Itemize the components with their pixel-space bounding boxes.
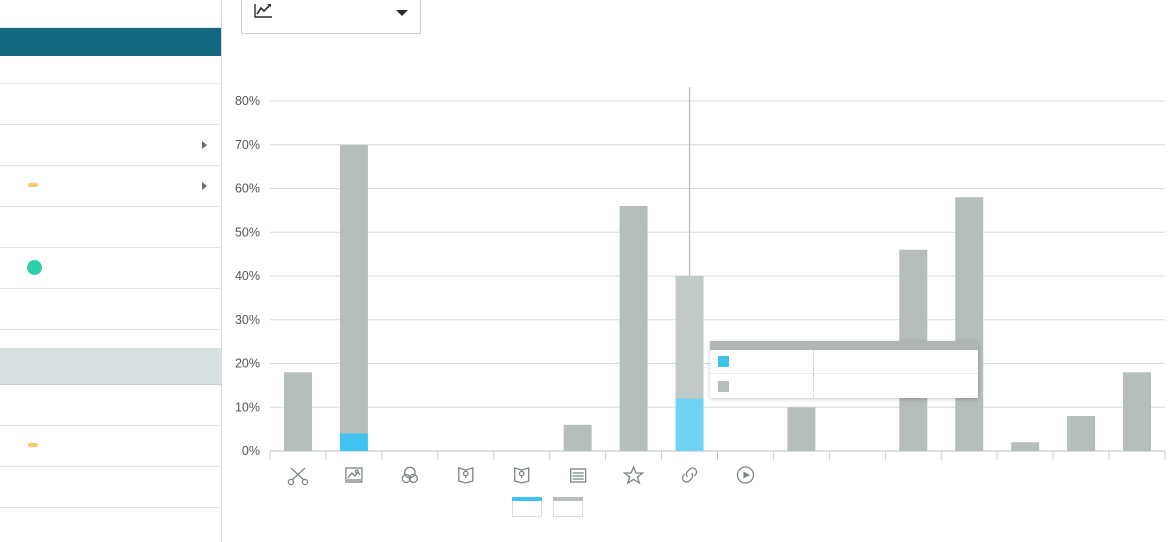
- news-icon[interactable]: [571, 469, 586, 482]
- chart-svg: 0% 10% 20% 30% 40% 50% 60% 70% 80%: [222, 0, 1175, 542]
- y-tick-label: 0%: [242, 444, 260, 458]
- tooltip-row: [710, 350, 978, 374]
- tooltip-color-swatch: [718, 356, 729, 367]
- count-badge: [27, 260, 42, 275]
- research-tool-item-3[interactable]: [0, 508, 221, 542]
- y-tick-label: 60%: [235, 182, 260, 196]
- legend-you-button[interactable]: [512, 497, 542, 517]
- bar-total-9[interactable]: [787, 407, 815, 451]
- new-badge: [28, 443, 38, 447]
- sidebar-subitem-0[interactable]: [0, 0, 221, 28]
- bar-total-7[interactable]: [676, 276, 704, 399]
- sidebar-item-1[interactable]: [0, 125, 221, 166]
- y-tick-label: 40%: [235, 269, 260, 283]
- scissors-icon[interactable]: [288, 468, 307, 485]
- in-depth-articles-icon[interactable]: [402, 467, 417, 482]
- y-tick-label: 30%: [235, 313, 260, 327]
- local-teaser-icon[interactable]: [515, 468, 529, 483]
- serp-features-chart: 0% 10% 20% 30% 40% 50% 60% 70% 80%: [222, 0, 1175, 542]
- y-tick-label: 20%: [235, 357, 260, 371]
- tooltip-row-left: [710, 374, 814, 398]
- bar-you-7[interactable]: [676, 399, 704, 452]
- bar-total-15[interactable]: [1123, 372, 1151, 451]
- local-pack-icon[interactable]: [459, 468, 473, 483]
- bar-total-5[interactable]: [564, 425, 592, 451]
- y-tick-label: 70%: [235, 138, 260, 152]
- sidebar: [0, 0, 222, 542]
- sidebar-item-0[interactable]: [0, 84, 221, 125]
- serp-features-page: 0% 10% 20% 30% 40% 50% 60% 70% 80%: [0, 0, 1175, 542]
- chevron-right-icon: [202, 182, 207, 190]
- research-tool-item-0[interactable]: [0, 385, 221, 426]
- y-tick-label: 80%: [235, 94, 260, 108]
- image-pack-icon[interactable]: [346, 468, 362, 482]
- bar-total-14[interactable]: [1067, 416, 1095, 451]
- sidebar-section-research-tools: [0, 348, 221, 385]
- research-tool-item-1[interactable]: [0, 426, 221, 467]
- bar-total-1[interactable]: [340, 145, 368, 434]
- bar-total-13[interactable]: [1011, 442, 1039, 451]
- tooltip-row-left: [710, 350, 814, 373]
- sidebar-subitem-2[interactable]: [0, 56, 221, 84]
- tooltip-color-swatch: [718, 381, 729, 392]
- reviews-star-icon[interactable]: [625, 467, 643, 483]
- main-content: 0% 10% 20% 30% 40% 50% 60% 70% 80%: [222, 0, 1175, 542]
- y-tick-label: 50%: [235, 225, 260, 239]
- chevron-right-icon: [202, 141, 207, 149]
- sidebar-item-5[interactable]: [0, 289, 221, 330]
- tooltip-row: [710, 374, 978, 398]
- tooltip-title: [710, 341, 978, 350]
- sidebar-subitem-1[interactable]: [0, 28, 221, 56]
- chart-tooltip: [710, 341, 978, 398]
- new-badge: [28, 183, 38, 187]
- sidebar-item-4[interactable]: [0, 248, 221, 289]
- legend-total-button[interactable]: [553, 497, 583, 517]
- bar-total-6[interactable]: [620, 206, 648, 451]
- bar-you-1[interactable]: [340, 434, 368, 452]
- bar-total-0[interactable]: [284, 372, 312, 451]
- sidebar-item-3[interactable]: [0, 207, 221, 248]
- sidebar-item-2[interactable]: [0, 166, 221, 207]
- y-tick-label: 10%: [235, 400, 260, 414]
- site-links-icon[interactable]: [683, 468, 697, 482]
- research-tool-item-2[interactable]: [0, 467, 221, 508]
- chart-legend: [512, 497, 583, 517]
- bar-total-12[interactable]: [955, 197, 983, 451]
- video-play-icon[interactable]: [737, 467, 753, 483]
